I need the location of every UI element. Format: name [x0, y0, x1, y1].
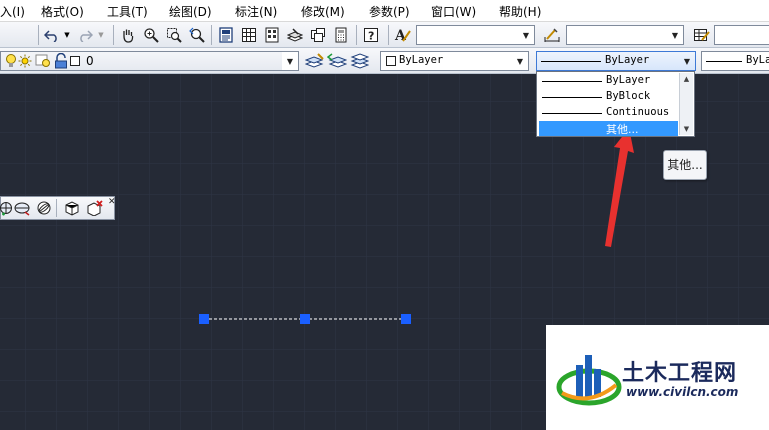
- option-label: ByLayer: [606, 74, 651, 86]
- zoom-previous-icon[interactable]: [188, 26, 206, 44]
- linetype-value: ByLayer: [605, 54, 650, 66]
- toolbar-divider: [56, 199, 57, 217]
- linetype-option-bylayer[interactable]: ByLayer: [539, 74, 678, 89]
- color-value: ByLayer: [399, 54, 444, 66]
- toolbar-divider: [356, 25, 357, 45]
- chevron-down-icon: ▼: [516, 56, 524, 66]
- view-delete-icon[interactable]: [86, 199, 104, 217]
- menu-bar: 入(I) 格式(O) 工具(T) 绘图(D) 标注(N) 修改(M) 参数(P)…: [0, 0, 769, 22]
- option-label: 其他...: [606, 123, 639, 136]
- chevron-down-icon: ▼: [282, 52, 298, 70]
- layer-state-icon[interactable]: [305, 52, 325, 70]
- chevron-down-icon: ▼: [671, 30, 679, 40]
- properties-icon[interactable]: [217, 26, 235, 44]
- linetype-combo[interactable]: ByLayer ▼: [536, 51, 696, 71]
- dim-style-icon[interactable]: [543, 26, 561, 44]
- linetype-option-other[interactable]: 其他...: [539, 121, 678, 136]
- text-style-icon[interactable]: A: [394, 26, 412, 44]
- close-icon[interactable]: ✕: [108, 197, 116, 207]
- linetype-sample: [542, 81, 602, 82]
- zoom-window-icon[interactable]: [165, 26, 183, 44]
- tooltip: 其他...: [663, 150, 707, 180]
- floating-view-toolbar: ✕: [0, 196, 116, 220]
- linetype-option-continuous[interactable]: Continuous: [539, 106, 678, 121]
- redo-dropdown-icon[interactable]: ▼: [96, 26, 106, 44]
- layer-combo[interactable]: ▼: [0, 51, 299, 71]
- grip-mid[interactable]: [300, 314, 310, 324]
- option-label: ByBlock: [606, 90, 651, 102]
- watermark-logo: 土木工程网 www.civilcn.com: [546, 325, 769, 430]
- table-style-icon[interactable]: [693, 26, 711, 44]
- linetype-sample: [542, 113, 602, 114]
- table-style-combo[interactable]: [714, 25, 769, 45]
- color-swatch-icon: [386, 56, 396, 66]
- tool-palettes-icon[interactable]: [263, 26, 281, 44]
- layer-match-icon[interactable]: [349, 52, 369, 70]
- design-center-icon[interactable]: [240, 26, 258, 44]
- toolbar-divider: [113, 25, 114, 45]
- chevron-down-icon: ▼: [522, 30, 530, 40]
- markup-icon[interactable]: [309, 26, 327, 44]
- menu-dimension[interactable]: 标注(N): [235, 3, 277, 20]
- lineweight-sample: [706, 61, 742, 62]
- lineweight-value: ByLa: [746, 54, 769, 66]
- linetype-sample: [541, 61, 601, 62]
- brand-url: www.civilcn.com: [626, 385, 739, 399]
- svg-text:?: ?: [368, 30, 374, 43]
- help-icon[interactable]: ?: [362, 26, 380, 44]
- linetype-option-byblock[interactable]: ByBlock: [539, 90, 678, 105]
- scroll-down-icon[interactable]: ▼: [680, 123, 693, 135]
- option-label: Continuous: [606, 106, 670, 118]
- chevron-down-icon: ▼: [683, 56, 691, 66]
- calculator-icon[interactable]: [332, 26, 350, 44]
- linetype-dropdown-list: ByLayer ByBlock Continuous 其他... ▲ ▼: [536, 71, 695, 137]
- dim-style-combo[interactable]: ▼: [566, 25, 684, 45]
- sheet-set-icon[interactable]: [286, 26, 304, 44]
- color-combo[interactable]: ByLayer ▼: [380, 51, 529, 71]
- undo-dropdown-icon[interactable]: ▼: [62, 26, 72, 44]
- menu-draw[interactable]: 绘图(D): [169, 3, 212, 20]
- grip-end[interactable]: [401, 314, 411, 324]
- pan-icon[interactable]: [119, 26, 137, 44]
- toolbar-divider: [211, 25, 212, 45]
- menu-help[interactable]: 帮助(H): [499, 3, 541, 20]
- toolbar-divider: [38, 25, 39, 45]
- scroll-up-icon[interactable]: ▲: [680, 73, 693, 85]
- layer-previous-icon[interactable]: [327, 52, 347, 70]
- orbit-icon[interactable]: [35, 199, 53, 217]
- menu-parameters[interactable]: 参数(P): [369, 3, 410, 20]
- view-front-icon[interactable]: [13, 199, 31, 217]
- standard-toolbar: ▼ ▼ ? A ▼ ▼: [0, 22, 769, 48]
- text-style-combo[interactable]: ▼: [416, 25, 535, 45]
- dropdown-scrollbar[interactable]: ▲ ▼: [679, 73, 693, 135]
- box-icon[interactable]: [63, 199, 81, 217]
- svg-text:A: A: [394, 28, 407, 43]
- menu-format[interactable]: 格式(O): [41, 3, 84, 20]
- menu-window[interactable]: 窗口(W): [431, 3, 476, 20]
- logo-mark-icon: [556, 355, 622, 406]
- linetype-sample: [542, 97, 602, 98]
- menu-tools[interactable]: 工具(T): [107, 3, 148, 20]
- grip-start[interactable]: [199, 314, 209, 324]
- redo-icon[interactable]: [76, 26, 94, 44]
- toolbar-divider: [388, 25, 389, 45]
- undo-icon[interactable]: [43, 26, 61, 44]
- menu-insert[interactable]: 入(I): [0, 3, 25, 20]
- lineweight-combo[interactable]: ByLa: [701, 51, 769, 71]
- menu-modify[interactable]: 修改(M): [301, 3, 345, 20]
- zoom-realtime-icon[interactable]: [142, 26, 160, 44]
- brand-name: 土木工程网: [622, 361, 738, 386]
